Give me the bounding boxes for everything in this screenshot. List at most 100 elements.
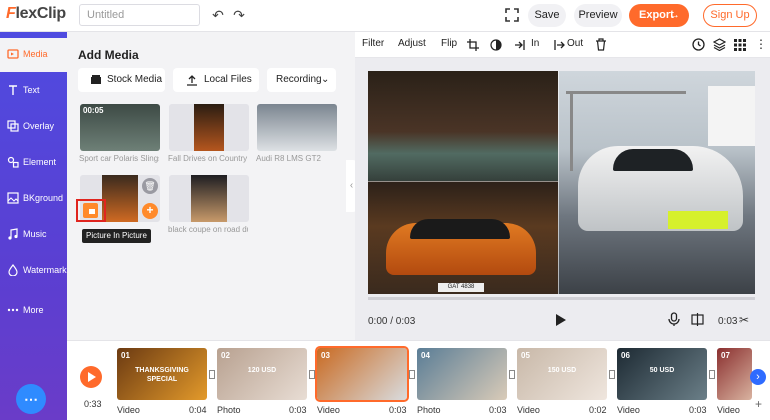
more-vertical-icon[interactable]: ⋮ [755, 37, 767, 51]
clip-type: Video [517, 405, 540, 415]
chevron-right-icon[interactable]: › [750, 369, 766, 385]
project-title-input[interactable]: Untitled [79, 4, 200, 26]
scissors-icon[interactable]: ✂ [739, 313, 749, 327]
transition-icon[interactable] [409, 370, 415, 379]
clip-number: 03 [321, 351, 330, 360]
clip-duration: 0:03 [389, 405, 407, 415]
local-files-button[interactable]: Local Files [173, 68, 259, 92]
fullscreen-icon[interactable] [504, 7, 520, 23]
timeline-total-time: 0:33 [84, 399, 102, 409]
transition-icon[interactable] [309, 370, 315, 379]
plus-icon[interactable]: + [755, 397, 762, 411]
media-label: Fall Drives on Country R... [168, 154, 248, 163]
video-canvas[interactable]: GAT 4838 [368, 71, 755, 294]
delete-icon[interactable]: 🗑 [142, 178, 158, 194]
stock-media-button[interactable]: Stock Media [78, 68, 165, 92]
layers-icon[interactable] [713, 38, 726, 51]
trim-in-icon[interactable] [514, 39, 526, 51]
more-icon [7, 308, 19, 312]
transition-icon[interactable] [509, 370, 515, 379]
preview-button[interactable]: Preview [574, 4, 622, 27]
transition-icon[interactable] [709, 370, 715, 379]
timeline-clip[interactable]: 01 THANKSGIVING SPECIAL [117, 348, 207, 400]
sidebar-item-label: Element [23, 157, 57, 167]
sidebar-item-overlay[interactable]: Overlay [0, 110, 67, 144]
crop-icon[interactable] [467, 39, 479, 51]
split-icon[interactable] [691, 313, 704, 326]
timeline-clip[interactable]: 03 [315, 346, 409, 402]
clip-type: Video [117, 405, 140, 415]
music-icon [8, 228, 18, 240]
add-to-timeline-icon[interactable]: + [142, 203, 158, 219]
sidebar-item-label: Text [23, 85, 40, 95]
progress-bar[interactable] [368, 297, 755, 300]
timeline-clip[interactable]: 05 150 USD [517, 348, 607, 400]
clip-type: Photo [417, 405, 441, 415]
clip-type: Video [317, 405, 340, 415]
sidebar-item-music[interactable]: Music [0, 218, 67, 252]
sidebar-item-label: Overlay [23, 121, 55, 131]
filter-button[interactable]: Filter [362, 38, 384, 49]
export-button[interactable]: Export → [629, 4, 689, 27]
picture-in-picture-icon[interactable] [83, 203, 98, 218]
sidebar-item-background[interactable]: BKground [0, 182, 67, 216]
timeline-play-button[interactable] [80, 366, 102, 388]
top-bar: FlexClip Untitled ↶ ↷ Save Preview Expor… [0, 0, 770, 32]
media-thumbnail[interactable] [169, 175, 249, 222]
media-heading: Add Media [78, 48, 139, 62]
clip-overlay-text: THANKSGIVING SPECIAL [135, 367, 189, 383]
clip-overlay-text: 150 USD [547, 367, 577, 374]
recording-dropdown[interactable]: Recording ⌄ [267, 68, 336, 92]
sign-up-button[interactable]: Sign Up [703, 4, 757, 27]
timeline: 0:33 01 THANKSGIVING SPECIAL Video 0:04 02 12… [67, 340, 770, 420]
timeline-clip[interactable]: 04 [417, 348, 507, 400]
clip-number: 01 [121, 351, 130, 360]
upload-icon [187, 75, 197, 86]
trim-out-icon[interactable] [553, 39, 565, 51]
chat-help-icon[interactable]: ⋯ [16, 384, 46, 414]
clip-overlay-text: 50 USD [649, 367, 675, 374]
clip-number: 07 [721, 351, 730, 360]
play-icon[interactable] [555, 313, 567, 327]
play-icon [88, 372, 96, 382]
redo-icon[interactable]: ↷ [232, 8, 246, 22]
timeline-clip[interactable]: 06 50 USD [617, 348, 707, 400]
microphone-icon[interactable] [668, 312, 680, 327]
clock-icon[interactable] [692, 38, 705, 51]
adjust-button[interactable]: Adjust [398, 38, 426, 49]
overlay-icon [7, 120, 19, 132]
clip-type: Video [617, 405, 640, 415]
tooltip: Picture In Picture [82, 229, 151, 243]
clip-duration: 0:02 [589, 405, 607, 415]
clip-duration: 0:03 [689, 405, 707, 415]
trim-out-button[interactable]: Out [567, 38, 583, 49]
timeline-clip[interactable]: 02 120 USD [217, 348, 307, 400]
sidebar-item-element[interactable]: Element [0, 146, 67, 180]
app-logo[interactable]: FlexClip [6, 5, 66, 23]
sidebar-item-media[interactable]: Media [0, 38, 67, 72]
trim-in-button[interactable]: In [531, 38, 539, 49]
clip-number: 05 [521, 351, 530, 360]
trash-icon[interactable] [595, 38, 607, 51]
clip-type: Video [717, 405, 740, 415]
forest-road-image [368, 71, 558, 181]
timeline-clip[interactable]: 07 [717, 348, 752, 400]
sidebar: Media Text Overlay Element BKground Musi… [0, 32, 67, 420]
media-thumbnail[interactable] [257, 104, 337, 151]
media-thumbnail[interactable]: 00:05 [80, 104, 160, 151]
white-race-car-image [558, 71, 755, 294]
contrast-icon[interactable] [490, 39, 502, 51]
transition-icon[interactable] [209, 370, 215, 379]
clip-duration: 0:04 [189, 405, 207, 415]
save-button[interactable]: Save [528, 4, 566, 27]
transition-icon[interactable] [609, 370, 615, 379]
sidebar-item-text[interactable]: Text [0, 74, 67, 108]
media-label: Sport car Polaris Slingsh... [79, 154, 159, 163]
flip-button[interactable]: Flip [441, 38, 457, 49]
undo-icon[interactable]: ↶ [211, 8, 225, 22]
media-thumbnail[interactable] [169, 104, 249, 151]
sidebar-item-watermark[interactable]: Watermark [0, 254, 67, 288]
sidebar-item-more[interactable]: More [0, 294, 67, 328]
clip-duration: 0:03 [289, 405, 307, 415]
grid-icon[interactable] [734, 38, 746, 51]
